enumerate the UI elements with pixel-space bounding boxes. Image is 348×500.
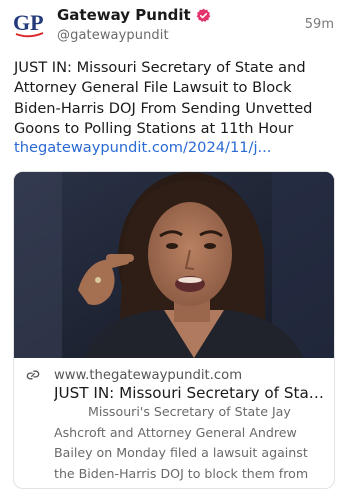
post-link[interactable]: thegatewaypundit.com/2024/11/j... <box>14 138 336 158</box>
post-header: Gateway Pundit @gatewaypundit <box>57 5 287 43</box>
card-domain-row: www.thegatewaypundit.com <box>25 367 242 383</box>
post-text: JUST IN: Missouri Secretary of State and… <box>14 59 313 138</box>
gp-logo-icon: GP <box>13 10 44 38</box>
author-handle[interactable]: @gatewaypundit <box>57 28 287 43</box>
card-domain: www.thegatewaypundit.com <box>54 367 243 383</box>
card-description: Missouri's Secretary of State Jay Ashcro… <box>54 404 309 481</box>
link-preview-image <box>14 172 334 358</box>
svg-text:GP: GP <box>13 10 44 35</box>
link-preview-card[interactable]: www.thegatewaypundit.com JUST IN: Missou… <box>13 171 335 489</box>
card-title: JUST IN: Missouri Secretary of State ... <box>54 384 326 402</box>
author-display-name[interactable]: Gateway Pundit <box>57 6 191 24</box>
verified-badge-icon <box>196 8 211 23</box>
post: GP Gateway Pundit @gatewaypundit 59m JUS… <box>0 0 348 500</box>
post-timestamp[interactable]: 59m <box>305 17 334 32</box>
author-avatar[interactable]: GP <box>11 6 47 42</box>
link-icon <box>25 367 41 383</box>
